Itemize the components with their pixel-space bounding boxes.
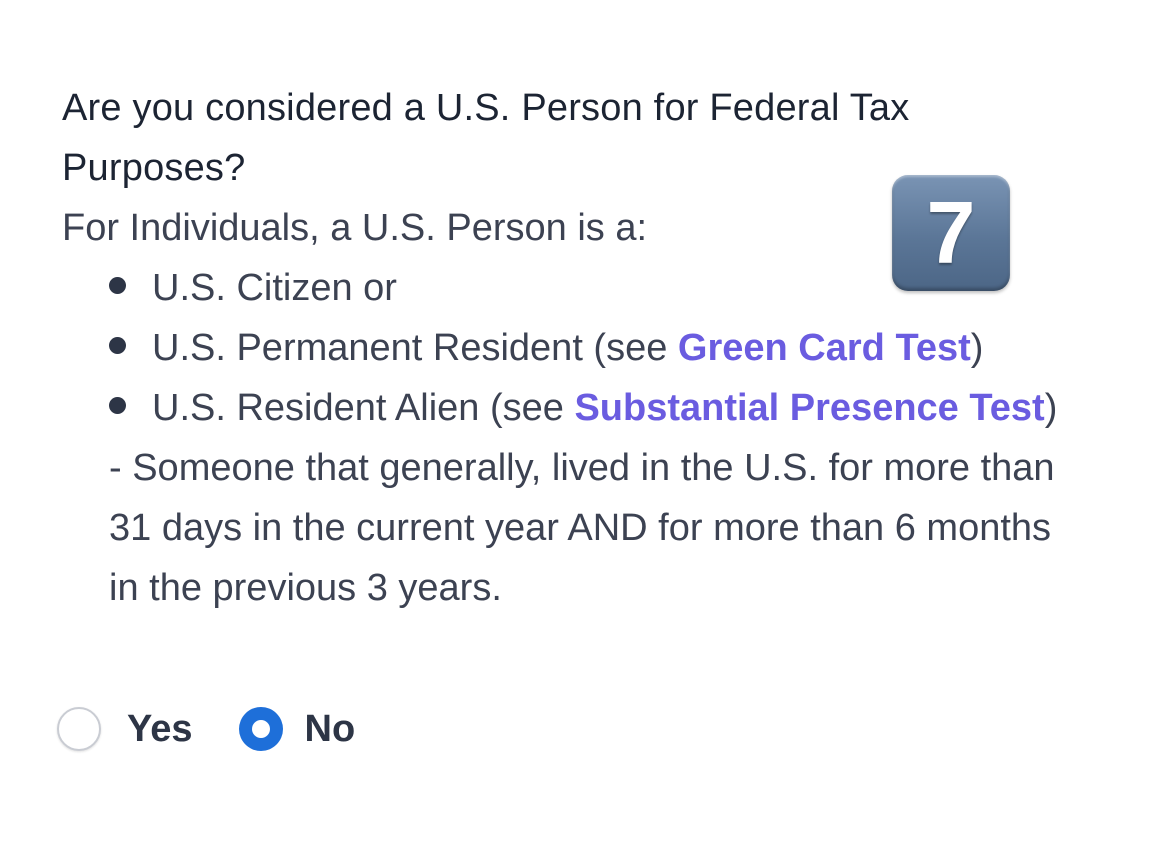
list-item-permanent-resident: U.S. Permanent Resident (see Green Card …	[109, 318, 1069, 378]
list-item-citizen: U.S. Citizen or	[109, 258, 1069, 318]
list-item-resident-alien: U.S. Resident Alien (see Substantial Pre…	[109, 378, 1069, 618]
green-card-test-link[interactable]: Green Card Test	[678, 327, 971, 369]
yes-radio-button[interactable]	[57, 707, 101, 751]
yes-label[interactable]: Yes	[127, 708, 193, 751]
yes-option[interactable]: Yes	[57, 707, 193, 751]
list-item-text-prefix: U.S. Resident Alien (see	[152, 387, 575, 429]
list-item-text: U.S. Citizen or	[152, 267, 397, 309]
bullet-icon	[109, 397, 126, 414]
no-label[interactable]: No	[305, 708, 356, 751]
no-radio-button[interactable]	[238, 707, 283, 751]
us-person-radio-group: Yes No	[57, 704, 355, 754]
bullet-icon	[109, 277, 126, 294]
no-option[interactable]: No	[238, 707, 356, 751]
bullet-icon	[109, 337, 126, 354]
us-person-criteria-list: U.S. Citizen or U.S. Permanent Resident …	[109, 258, 1069, 618]
list-item-text-prefix: U.S. Permanent Resident (see	[152, 327, 678, 369]
substantial-presence-test-link[interactable]: Substantial Presence Test	[574, 387, 1044, 429]
intro-text: For Individuals, a U.S. Person is a:	[62, 207, 648, 249]
list-item-text-suffix: )	[970, 327, 984, 369]
